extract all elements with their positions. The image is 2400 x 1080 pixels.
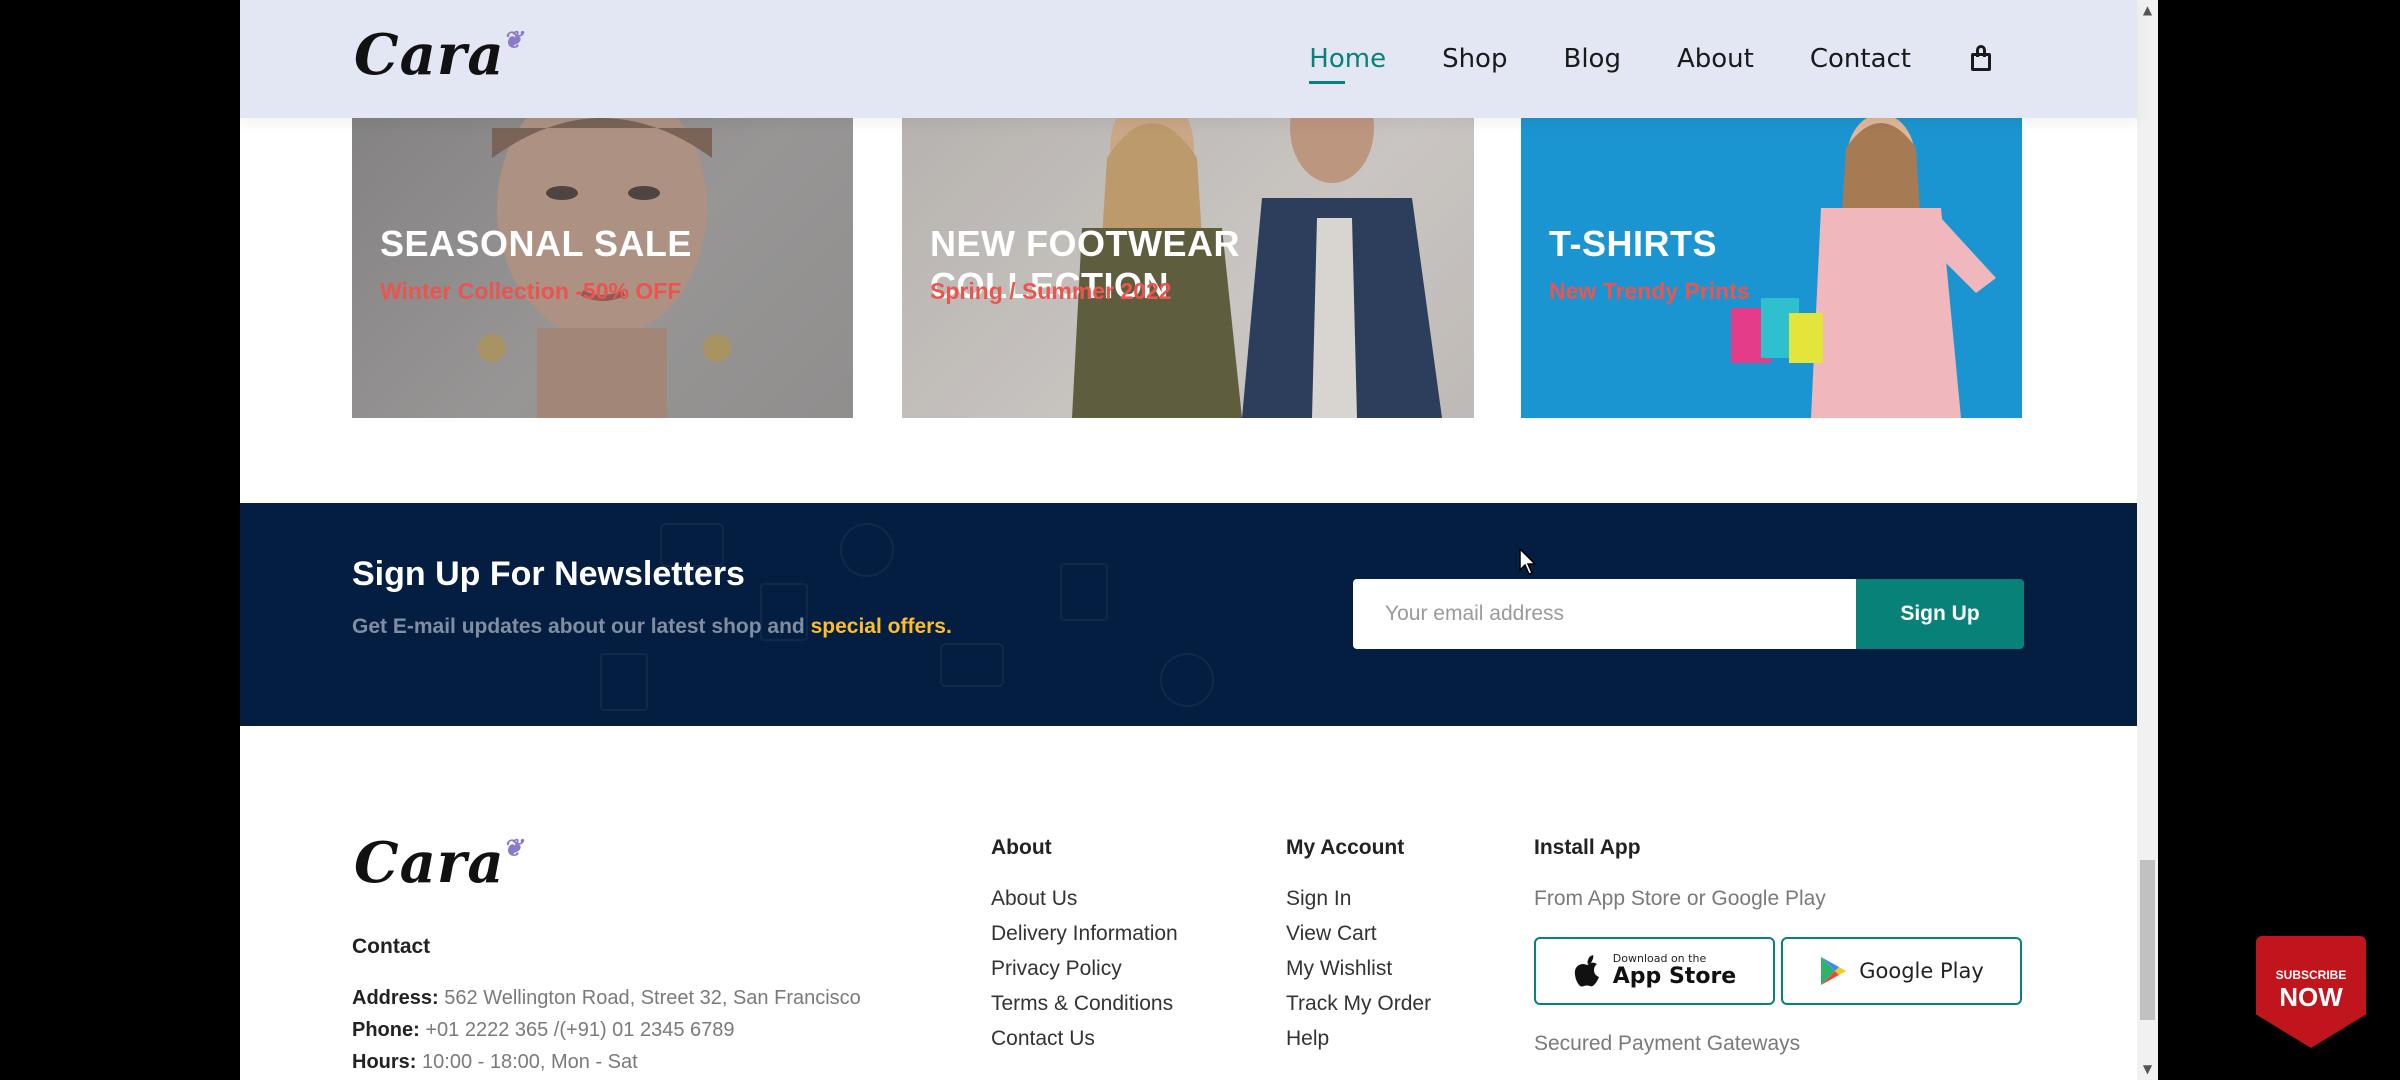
account-heading: My Account bbox=[1286, 836, 1405, 859]
app-store-label: App Store bbox=[1612, 964, 1737, 989]
footer-logo[interactable]: Cara❦ bbox=[354, 830, 526, 896]
subscribe-now-badge[interactable]: SUBSCRIBE NOW bbox=[2256, 936, 2366, 1048]
footer-link-track-order[interactable]: Track My Order bbox=[1286, 992, 1431, 1016]
newsletter-section: Sign Up For Newsletters Get E-mail updat… bbox=[240, 503, 2137, 726]
hours-value: 10:00 - 18:00, Mon - Sat bbox=[422, 1051, 638, 1073]
model-face-image bbox=[352, 118, 853, 418]
signup-button[interactable]: Sign Up bbox=[1856, 579, 2024, 649]
contact-heading: Contact bbox=[352, 935, 431, 958]
logo-text: Cara bbox=[354, 830, 505, 896]
footer-link-view-cart[interactable]: View Cart bbox=[1286, 922, 1377, 946]
browser-viewport: Cara❦ Home Shop Blog About Contact SEASO… bbox=[240, 0, 2158, 1080]
scroll-up-icon[interactable]: ▲ bbox=[2137, 0, 2158, 21]
page-scrollbar[interactable]: ▲ ▼ bbox=[2137, 0, 2158, 1080]
footer-link-terms[interactable]: Terms & Conditions bbox=[991, 992, 1173, 1016]
nav-about[interactable]: About bbox=[1677, 44, 1754, 74]
decor-bag-icon bbox=[1060, 563, 1108, 621]
subscribe-text: SUBSCRIBE bbox=[2275, 968, 2347, 982]
footer-link-delivery[interactable]: Delivery Information bbox=[991, 922, 1178, 946]
scroll-down-icon[interactable]: ▼ bbox=[2137, 1059, 2158, 1080]
address-label: Address: bbox=[352, 987, 439, 1009]
scrollbar-thumb[interactable] bbox=[2140, 860, 2155, 1020]
phone-value: +01 2222 365 /(+91) 01 2345 6789 bbox=[425, 1019, 735, 1041]
main-nav: Home Shop Blog About Contact bbox=[1309, 0, 1997, 118]
contact-address: Address: 562 Wellington Road, Street 32,… bbox=[352, 987, 861, 1010]
about-heading: About bbox=[991, 836, 1052, 859]
nav-home[interactable]: Home bbox=[1309, 44, 1386, 84]
install-app-heading: Install App bbox=[1534, 836, 1641, 859]
logo-text: Cara bbox=[354, 22, 505, 88]
google-play-label: Google Play bbox=[1859, 959, 1984, 983]
now-text: NOW bbox=[2279, 982, 2343, 1012]
nav-contact[interactable]: Contact bbox=[1810, 44, 1911, 74]
phone-label: Phone: bbox=[352, 1019, 420, 1041]
banner-subtitle: Spring / Summer 2022 bbox=[930, 278, 1172, 304]
address-value: 562 Wellington Road, Street 32, San Fran… bbox=[444, 987, 861, 1009]
nav-blog[interactable]: Blog bbox=[1563, 44, 1620, 74]
email-input[interactable] bbox=[1353, 579, 1856, 649]
hours-label: Hours: bbox=[352, 1051, 417, 1073]
banner-tshirts[interactable]: T-SHIRTS New Trendy Prints bbox=[1521, 118, 2022, 418]
footer-link-privacy[interactable]: Privacy Policy bbox=[991, 957, 1122, 981]
footer-link-about-us[interactable]: About Us bbox=[991, 887, 1077, 911]
footer-link-sign-in[interactable]: Sign In bbox=[1286, 887, 1351, 911]
site-logo[interactable]: Cara❦ bbox=[354, 22, 526, 88]
app-store-text: Download on the App Store bbox=[1613, 953, 1736, 989]
site-header: Cara❦ Home Shop Blog About Contact bbox=[240, 0, 2137, 118]
shopping-bag-icon[interactable] bbox=[1967, 44, 1997, 74]
mouse-cursor-icon bbox=[1519, 548, 1537, 575]
banner-title: SEASONAL SALE bbox=[380, 223, 692, 264]
newsletter-subtitle: Get E-mail updates about our latest shop… bbox=[352, 615, 952, 639]
footer-link-contact-us[interactable]: Contact Us bbox=[991, 1027, 1095, 1051]
decor-clock-icon bbox=[840, 523, 894, 577]
newsletter-highlight: special offers. bbox=[810, 615, 952, 638]
nav-shop[interactable]: Shop bbox=[1442, 44, 1507, 74]
newsletter-title: Sign Up For Newsletters bbox=[352, 555, 745, 593]
banner-new-footwear[interactable]: NEW FOOTWEAR COLLECTION Spring / Summer … bbox=[902, 118, 1474, 418]
install-app-subtitle: From App Store or Google Play bbox=[1534, 887, 1826, 910]
google-play-icon bbox=[1821, 957, 1847, 985]
lavender-icon: ❦ bbox=[502, 833, 524, 862]
banner-title: T-SHIRTS bbox=[1549, 223, 1718, 264]
decor-card-icon bbox=[940, 643, 1004, 687]
banner-seasonal-sale[interactable]: SEASONAL SALE Winter Collection -50% OFF bbox=[352, 118, 853, 418]
contact-hours: Hours: 10:00 - 18:00, Mon - Sat bbox=[352, 1051, 638, 1074]
newsletter-subtitle-text: Get E-mail updates about our latest shop… bbox=[352, 615, 805, 638]
apple-icon bbox=[1574, 955, 1599, 987]
shopping-model-image bbox=[1731, 118, 1996, 418]
lavender-icon: ❦ bbox=[502, 25, 524, 54]
payments-label: Secured Payment Gateways bbox=[1534, 1032, 1801, 1055]
footer-link-help[interactable]: Help bbox=[1286, 1027, 1329, 1051]
decor-clock-icon bbox=[1160, 653, 1214, 707]
app-store-button[interactable]: Download on the App Store bbox=[1534, 937, 1775, 1005]
banner-subtitle: Winter Collection -50% OFF bbox=[380, 278, 682, 304]
google-play-button[interactable]: Google Play bbox=[1781, 937, 2022, 1005]
footer-link-wishlist[interactable]: My Wishlist bbox=[1286, 957, 1392, 981]
newsletter-form: Sign Up bbox=[1353, 579, 2024, 649]
contact-phone: Phone: +01 2222 365 /(+91) 01 2345 6789 bbox=[352, 1019, 735, 1042]
decor-bag-icon bbox=[600, 653, 648, 711]
banner-subtitle: New Trendy Prints bbox=[1549, 278, 1750, 304]
